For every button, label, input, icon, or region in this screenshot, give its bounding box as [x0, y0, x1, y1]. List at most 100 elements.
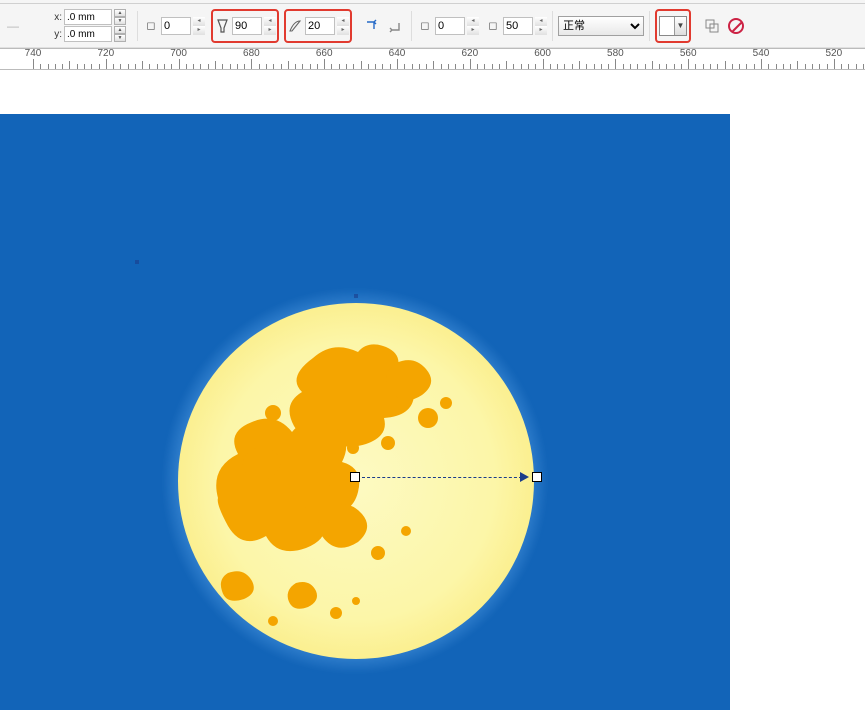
- feather-field: ◂▸: [287, 17, 349, 35]
- ruler-label: 700: [170, 48, 187, 59]
- ruler-tick-minor: [506, 61, 507, 69]
- ruler-tick-minor: [652, 61, 653, 69]
- ruler-tick-minor: [200, 64, 201, 69]
- ruler-tick-major: [688, 59, 689, 69]
- ruler-tick-minor: [463, 64, 464, 69]
- ruler-tick-major: [179, 59, 180, 69]
- ruler-tick-minor: [149, 64, 150, 69]
- ruler-tick-minor: [288, 61, 289, 69]
- x-spinner[interactable]: ▲▼: [114, 9, 126, 25]
- ruler-tick-minor: [339, 64, 340, 69]
- ruler-tick-minor: [754, 64, 755, 69]
- dash-icon[interactable]: —: [2, 15, 24, 37]
- y-input[interactable]: [64, 26, 112, 42]
- ruler-tick-minor: [484, 64, 485, 69]
- square-icon: ◻: [417, 18, 433, 34]
- artwork-page[interactable]: [0, 114, 730, 710]
- ruler-label: 580: [607, 48, 624, 59]
- feather-spin[interactable]: ◂▸: [337, 17, 349, 35]
- y-spinner[interactable]: ▲▼: [114, 26, 126, 42]
- ruler-tick-major: [324, 59, 325, 69]
- ruler-label: 640: [389, 48, 406, 59]
- xy-coordinates-group: x: ▲▼ y: ▲▼: [48, 9, 126, 42]
- transparency-input[interactable]: [232, 17, 262, 35]
- transparency-vector[interactable]: [362, 477, 522, 478]
- rotate-ccw-icon[interactable]: [384, 15, 406, 37]
- feather-icon: [287, 18, 303, 34]
- ruler-tick-minor: [48, 64, 49, 69]
- ruler-label: 600: [534, 48, 551, 59]
- transparency-spin[interactable]: ◂▸: [264, 17, 276, 35]
- glass-icon: [214, 18, 230, 34]
- ruler-tick-minor: [441, 64, 442, 69]
- ruler-tick-minor: [91, 64, 92, 69]
- ruler-tick-minor: [346, 64, 347, 69]
- ruler-tick-major: [33, 59, 34, 69]
- ruler-tick-minor: [732, 64, 733, 69]
- ruler-label: 660: [316, 48, 333, 59]
- separator: [649, 11, 650, 41]
- x-label: x:: [48, 12, 62, 23]
- ruler-tick-minor: [142, 61, 143, 69]
- chevron-down-icon: ▼: [674, 17, 686, 35]
- highlight-color-dropdown: ▼: [655, 9, 691, 43]
- blend-mode-select[interactable]: 正常: [558, 16, 644, 36]
- highlight-transparency: ◂▸: [211, 9, 279, 43]
- canvas-area[interactable]: [0, 70, 865, 710]
- ruler-tick-minor: [419, 64, 420, 69]
- ruler-tick-minor: [521, 64, 522, 69]
- ruler-label: 740: [25, 48, 42, 59]
- feather-input[interactable]: [305, 17, 335, 35]
- prohibit-icon: [728, 18, 744, 34]
- opacity-field: ◻ ◂▸: [417, 17, 479, 35]
- ruler-tick-minor: [863, 64, 864, 69]
- separator: [411, 11, 412, 41]
- ruler-tick-minor: [579, 61, 580, 69]
- blend-mode-dropdown[interactable]: 正常: [558, 16, 644, 36]
- ruler-tick-minor: [193, 64, 194, 69]
- separator: [552, 11, 553, 41]
- ruler-tick-minor: [841, 64, 842, 69]
- ruler-label: 560: [680, 48, 697, 59]
- no-transparency-icon[interactable]: [725, 15, 747, 37]
- ruler-tick-minor: [368, 64, 369, 69]
- ruler-tick-major: [470, 59, 471, 69]
- rotate-cw-icon[interactable]: [360, 15, 382, 37]
- x-input[interactable]: [64, 9, 112, 25]
- opacity-input[interactable]: [435, 17, 465, 35]
- midpoint-node[interactable]: [354, 294, 358, 298]
- lock-field: ◻ ◂▸: [143, 17, 205, 35]
- highlight-feather: ◂▸: [284, 9, 352, 43]
- ruler-tick-minor: [812, 64, 813, 69]
- lock-spin[interactable]: ◂▸: [193, 17, 205, 35]
- ruler-label: 680: [243, 48, 260, 59]
- ruler-tick-minor: [819, 64, 820, 69]
- square2-icon: ◻: [485, 18, 501, 34]
- copy-properties-icon[interactable]: [701, 15, 723, 37]
- ruler-tick-minor: [113, 64, 114, 69]
- ruler-tick-minor: [390, 64, 391, 69]
- opacity2-spin[interactable]: ◂▸: [535, 17, 547, 35]
- ruler-tick-minor: [120, 64, 121, 69]
- opacity2-input[interactable]: [503, 17, 533, 35]
- end-handle[interactable]: [532, 472, 542, 482]
- color-dropdown[interactable]: ▼: [659, 16, 687, 36]
- ruler-tick-minor: [157, 64, 158, 69]
- ruler-tick-minor: [55, 64, 56, 69]
- ruler-tick-minor: [601, 64, 602, 69]
- ruler-tick-minor: [302, 64, 303, 69]
- start-handle[interactable]: [350, 472, 360, 482]
- lock-input[interactable]: [161, 17, 191, 35]
- opacity-spin[interactable]: ◂▸: [467, 17, 479, 35]
- ruler-tick-minor: [695, 64, 696, 69]
- horizontal-ruler[interactable]: 740720700680660640620600580560540520: [0, 48, 865, 70]
- ruler-tick-minor: [295, 64, 296, 69]
- ruler-tick-minor: [528, 64, 529, 69]
- ruler-tick-minor: [215, 61, 216, 69]
- ruler-tick-minor: [805, 64, 806, 69]
- ruler-tick-minor: [171, 64, 172, 69]
- ruler-tick-minor: [513, 64, 514, 69]
- transparency-field: ◂▸: [214, 17, 276, 35]
- ruler-tick-major: [251, 59, 252, 69]
- ruler-tick-minor: [135, 64, 136, 69]
